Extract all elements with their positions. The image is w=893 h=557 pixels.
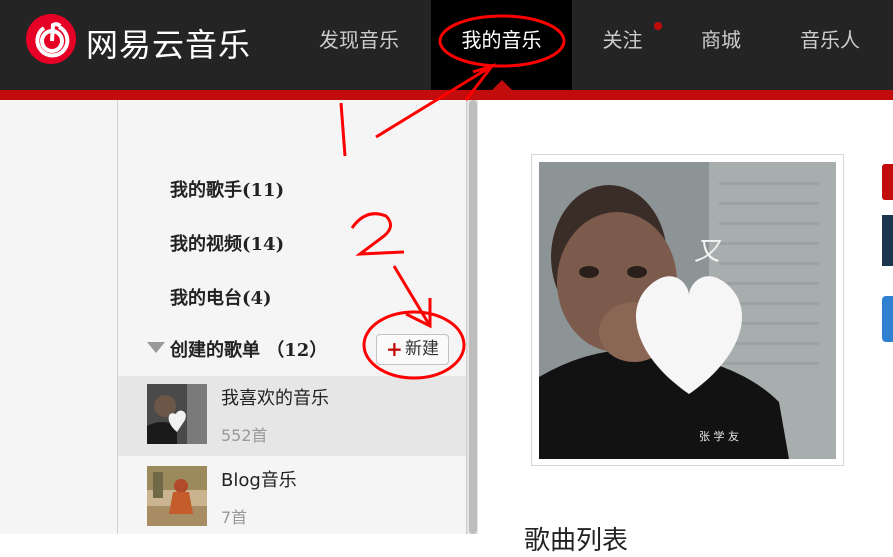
- brand-name[interactable]: 网易云音乐: [86, 20, 251, 66]
- sidebar-scrollbar[interactable]: [466, 100, 478, 534]
- my-music-sidebar: 我的歌手(11) 我的视频(14) 我的电台(4) 创建的歌单 （12） + 新…: [118, 100, 466, 534]
- created-playlists-header[interactable]: 创建的歌单 （12）: [170, 336, 327, 362]
- playlist-title: 我喜欢的音乐: [221, 388, 329, 409]
- playlist-cover-thumbnail: [147, 384, 207, 444]
- nav-my-music[interactable]: 我的音乐: [431, 0, 572, 90]
- playlist-cover-image: 又 张 学 友: [539, 162, 836, 459]
- notification-dot: [654, 22, 662, 30]
- nav-underline-bar: [0, 90, 893, 100]
- collapse-toggle-icon[interactable]: [147, 342, 165, 353]
- sidebar-my-radio[interactable]: 我的电台(4): [170, 284, 272, 310]
- new-playlist-label: 新建: [405, 339, 439, 359]
- active-nav-indicator: [492, 80, 512, 90]
- new-playlist-button[interactable]: + 新建: [376, 334, 449, 365]
- sidebar-my-videos[interactable]: 我的视频(14): [170, 230, 284, 256]
- svg-text:又: 又: [694, 237, 722, 267]
- red-action-button-edge[interactable]: [882, 164, 893, 200]
- playlist-song-count: 552首: [221, 426, 268, 445]
- nav-store[interactable]: 商城: [685, 0, 757, 90]
- playlist-item-favorites[interactable]: 我喜欢的音乐 552首: [118, 376, 466, 456]
- sidebar-my-singers[interactable]: 我的歌手(11): [170, 176, 284, 202]
- netease-music-logo-icon[interactable]: [26, 14, 76, 64]
- playlist-song-count: 7首: [221, 508, 248, 527]
- playlist-cover-frame: 又 张 学 友: [531, 154, 844, 466]
- blue-action-button-edge[interactable]: [882, 296, 893, 342]
- nav-musician[interactable]: 音乐人: [785, 0, 875, 90]
- creator-avatar-edge[interactable]: [882, 215, 893, 266]
- song-list-heading: 歌曲列表: [524, 526, 629, 556]
- scrollbar-thumb[interactable]: [469, 100, 477, 534]
- nav-discover-music[interactable]: 发现音乐: [300, 0, 418, 90]
- playlist-item-blog[interactable]: Blog音乐 7首: [118, 458, 466, 538]
- playlist-cover-thumbnail: [147, 466, 207, 526]
- top-navigation-bar: 网易云音乐 发现音乐 我的音乐 关注 商城 音乐人: [0, 0, 893, 90]
- nav-follow[interactable]: 关注: [585, 0, 660, 90]
- cover-artist-name: 张 学 友: [699, 429, 739, 443]
- playlist-title: Blog音乐: [221, 470, 297, 491]
- plus-icon: +: [386, 337, 403, 361]
- page-left-margin: [0, 100, 118, 534]
